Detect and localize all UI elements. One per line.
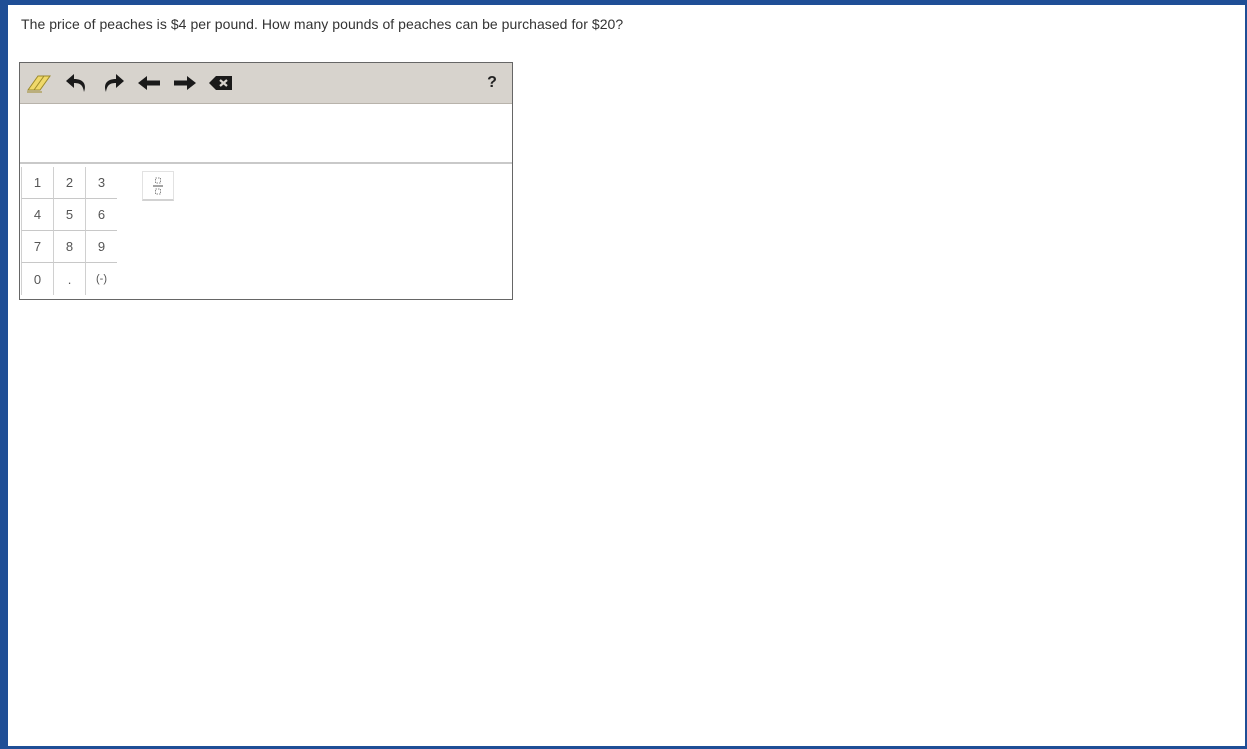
key-2[interactable]: 2 — [53, 167, 85, 199]
answer-input[interactable] — [20, 104, 512, 164]
equation-editor: ? 1 2 3 4 5 6 7 8 9 0 . (-) — [19, 62, 513, 300]
question-frame: The price of peaches is $4 per pound. Ho… — [0, 0, 1247, 749]
key-3[interactable]: 3 — [85, 167, 117, 199]
right-arrow-icon — [174, 76, 196, 90]
key-0[interactable]: 0 — [21, 263, 53, 295]
fraction-icon — [153, 177, 163, 194]
move-right-button[interactable] — [170, 69, 200, 97]
key-1[interactable]: 1 — [21, 167, 53, 199]
help-button[interactable]: ? — [478, 69, 506, 97]
eraser-button[interactable] — [24, 69, 54, 97]
key-7[interactable]: 7 — [21, 231, 53, 263]
left-arrow-icon — [138, 76, 160, 90]
move-left-button[interactable] — [134, 69, 164, 97]
eraser-icon — [27, 75, 51, 93]
key-decimal[interactable]: . — [53, 263, 85, 295]
redo-button[interactable] — [98, 69, 128, 97]
key-4[interactable]: 4 — [21, 199, 53, 231]
editor-toolbar: ? — [20, 63, 512, 104]
key-8[interactable]: 8 — [53, 231, 85, 263]
key-6[interactable]: 6 — [85, 199, 117, 231]
question-text: The price of peaches is $4 per pound. Ho… — [21, 16, 624, 32]
key-5[interactable]: 5 — [53, 199, 85, 231]
key-9[interactable]: 9 — [85, 231, 117, 263]
undo-button[interactable] — [62, 69, 92, 97]
undo-icon — [66, 74, 85, 92]
key-negative[interactable]: (-) — [85, 263, 117, 295]
fraction-button[interactable] — [142, 171, 174, 201]
redo-icon — [105, 74, 124, 92]
backspace-icon — [209, 76, 232, 90]
backspace-button[interactable] — [206, 69, 236, 97]
